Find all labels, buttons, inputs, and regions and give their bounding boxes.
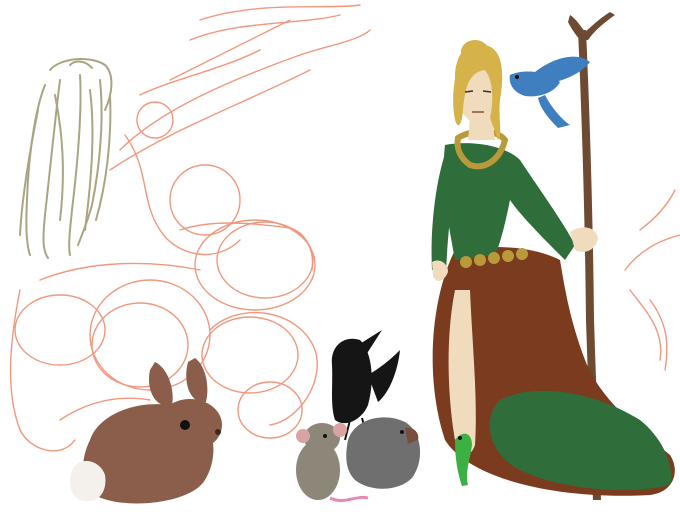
rabbit-eye xyxy=(180,420,190,430)
sorceress-hair-bun xyxy=(461,40,489,64)
mouse-ear-right xyxy=(333,423,347,437)
bluebird-eye xyxy=(515,75,519,79)
hedgehog xyxy=(346,417,421,489)
rabbit-ear-right xyxy=(186,358,208,403)
rabbit-white-patch xyxy=(70,460,106,502)
crow-wing xyxy=(368,350,400,402)
rabbit xyxy=(70,358,222,504)
rabbit-nose xyxy=(215,429,221,435)
mouse-ear-left xyxy=(296,429,310,443)
bluebird xyxy=(509,56,590,128)
sorceress-right-hand xyxy=(570,227,598,252)
mouse-eye xyxy=(323,434,327,438)
bluebird-tail xyxy=(538,95,570,128)
painting-canvas xyxy=(0,0,680,512)
olive-sketch-figure xyxy=(19,58,113,259)
frog-eye xyxy=(458,436,462,440)
mouse-tail xyxy=(329,495,369,503)
rabbit-ear-left xyxy=(149,362,173,406)
staff-top-branches xyxy=(568,12,615,40)
hedgehog-eye xyxy=(400,430,404,434)
